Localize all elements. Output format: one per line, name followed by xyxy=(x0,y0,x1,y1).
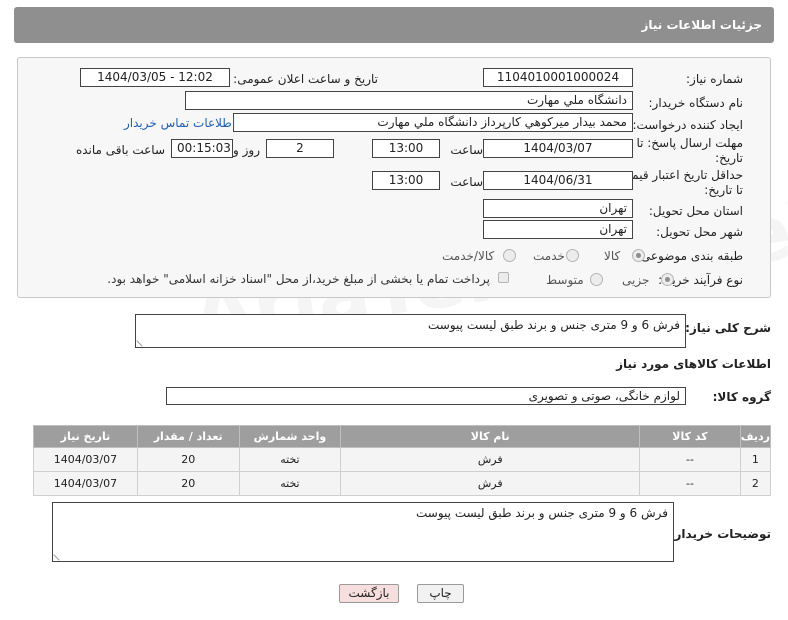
page-title: جزئیات اطلاعات نیاز xyxy=(641,18,762,32)
city-label: شهر محل تحویل: xyxy=(656,225,743,239)
announce-datetime-field: 1404/03/05 - 12:02 xyxy=(80,68,230,87)
city-field: تهران xyxy=(483,220,633,239)
cell-code: -- xyxy=(639,471,741,496)
col-header-unit: واحد شمارش xyxy=(238,425,342,448)
process-minor-label: جزیی xyxy=(622,273,650,287)
buyer-notes-textarea[interactable]: فرش 6 و 9 متری جنس و برند طبق لیست پیوست xyxy=(52,502,674,562)
summary-textarea[interactable]: فرش 6 و 9 متری جنس و برند طبق لیست پیوست xyxy=(135,314,686,348)
resize-grip-icon[interactable] xyxy=(136,335,148,347)
cell-name: فرش xyxy=(340,447,641,472)
announce-datetime-label: تاریخ و ساعت اعلان عمومی: xyxy=(233,72,378,86)
cell-name: فرش xyxy=(340,471,641,496)
col-header-name: نام کالا xyxy=(340,425,641,448)
cell-need-date: 1404/03/07 xyxy=(33,447,138,472)
price-validity-time-field: 13:00 xyxy=(372,171,440,190)
cell-code: -- xyxy=(639,447,741,472)
province-label: استان محل تحویل: xyxy=(648,204,743,218)
cell-quantity: 20 xyxy=(136,447,240,472)
creator-field: محمد بيدار ميركوهي كارپرداز دانشگاه ملي … xyxy=(233,113,633,132)
category-goods-service-radio[interactable] xyxy=(503,249,516,262)
buyer-contact-link[interactable]: اطلاعات تماس خریدار xyxy=(124,116,235,130)
goods-group-label: گروه کالا: xyxy=(712,390,771,404)
days-remaining-field: 2 xyxy=(266,139,334,158)
table-row: 2 -- فرش تخته 20 1404/03/07 xyxy=(33,471,772,496)
need-number-label: شماره نیاز: xyxy=(686,72,743,86)
category-goods-radio[interactable] xyxy=(632,249,645,262)
cell-unit: تخته xyxy=(238,471,342,496)
col-header-quantity: تعداد / مقدار xyxy=(136,425,240,448)
price-validity-date-field: 1404/06/31 xyxy=(483,171,633,190)
page-header: جزئیات اطلاعات نیاز xyxy=(14,7,774,43)
table-header-row: ردیف کد کالا نام کالا واحد شمارش تعداد /… xyxy=(33,425,772,448)
category-service-label: خدمت xyxy=(533,249,565,263)
buyer-notes-label: توضیحات خریدار: xyxy=(669,527,771,541)
category-label: طبقه بندی موضوعی: xyxy=(636,249,743,263)
deadline-time-field: 13:00 xyxy=(372,139,440,158)
category-service-radio[interactable] xyxy=(566,249,579,262)
price-validity-time-label: ساعت xyxy=(450,175,483,189)
cell-need-date: 1404/03/07 xyxy=(33,471,138,496)
time-remaining-field: 00:15:03 xyxy=(171,139,233,158)
days-label: روز و xyxy=(233,143,260,157)
table-row: 1 -- فرش تخته 20 1404/03/07 xyxy=(33,447,772,472)
cell-row-number: 2 xyxy=(739,471,772,496)
summary-label: شرح کلی نیاز: xyxy=(685,321,771,335)
deadline-label: مهلت ارسال پاسخ: تا xyxy=(636,136,743,150)
treasury-payment-checkbox[interactable] xyxy=(498,272,509,283)
buyer-org-label: نام دستگاه خریدار: xyxy=(648,96,744,110)
deadline-time-label: ساعت xyxy=(450,143,483,157)
buyer-notes-text: فرش 6 و 9 متری جنس و برند طبق لیست پیوست xyxy=(416,506,668,520)
deadline-label-date: تاریخ: xyxy=(715,151,743,165)
process-medium-radio[interactable] xyxy=(590,273,603,286)
col-header-row-number: ردیف xyxy=(739,425,772,448)
buyer-org-field: دانشگاه ملي مهارت xyxy=(185,91,633,110)
category-goods-service-label: کالا/خدمت xyxy=(442,249,495,263)
back-button[interactable]: بازگشت xyxy=(339,584,399,603)
province-field: تهران xyxy=(483,199,633,218)
resize-grip-icon[interactable] xyxy=(53,549,65,561)
time-remaining-label: ساعت باقی مانده xyxy=(75,143,165,157)
print-button[interactable]: چاپ xyxy=(417,584,464,603)
goods-group-field: لوازم خانگی، صوتی و تصویری xyxy=(166,387,686,405)
cell-unit: تخته xyxy=(238,447,342,472)
col-header-need-date: تاریخ نیاز xyxy=(33,425,138,448)
creator-label: ایجاد کننده درخواست: xyxy=(632,118,743,132)
cell-row-number: 1 xyxy=(739,447,772,472)
process-medium-label: متوسط xyxy=(546,273,584,287)
need-number-field: 1104010001000024 xyxy=(483,68,633,87)
price-validity-label: حداقل تاریخ اعتبار قیمت: xyxy=(616,168,743,182)
deadline-date-field: 1404/03/07 xyxy=(483,139,633,158)
price-validity-label-date: تا تاریخ: xyxy=(704,183,743,197)
process-minor-radio[interactable] xyxy=(661,273,674,286)
summary-text: فرش 6 و 9 متری جنس و برند طبق لیست پیوست xyxy=(428,318,680,332)
treasury-payment-note: پرداخت تمام یا بخشی از مبلغ خرید،از محل … xyxy=(107,272,490,286)
goods-table: ردیف کد کالا نام کالا واحد شمارش تعداد /… xyxy=(33,425,772,496)
goods-section-title: اطلاعات کالاهای مورد نیاز xyxy=(616,357,771,371)
col-header-code: کد کالا xyxy=(639,425,741,448)
cell-quantity: 20 xyxy=(136,471,240,496)
category-goods-label: کالا xyxy=(604,249,621,263)
